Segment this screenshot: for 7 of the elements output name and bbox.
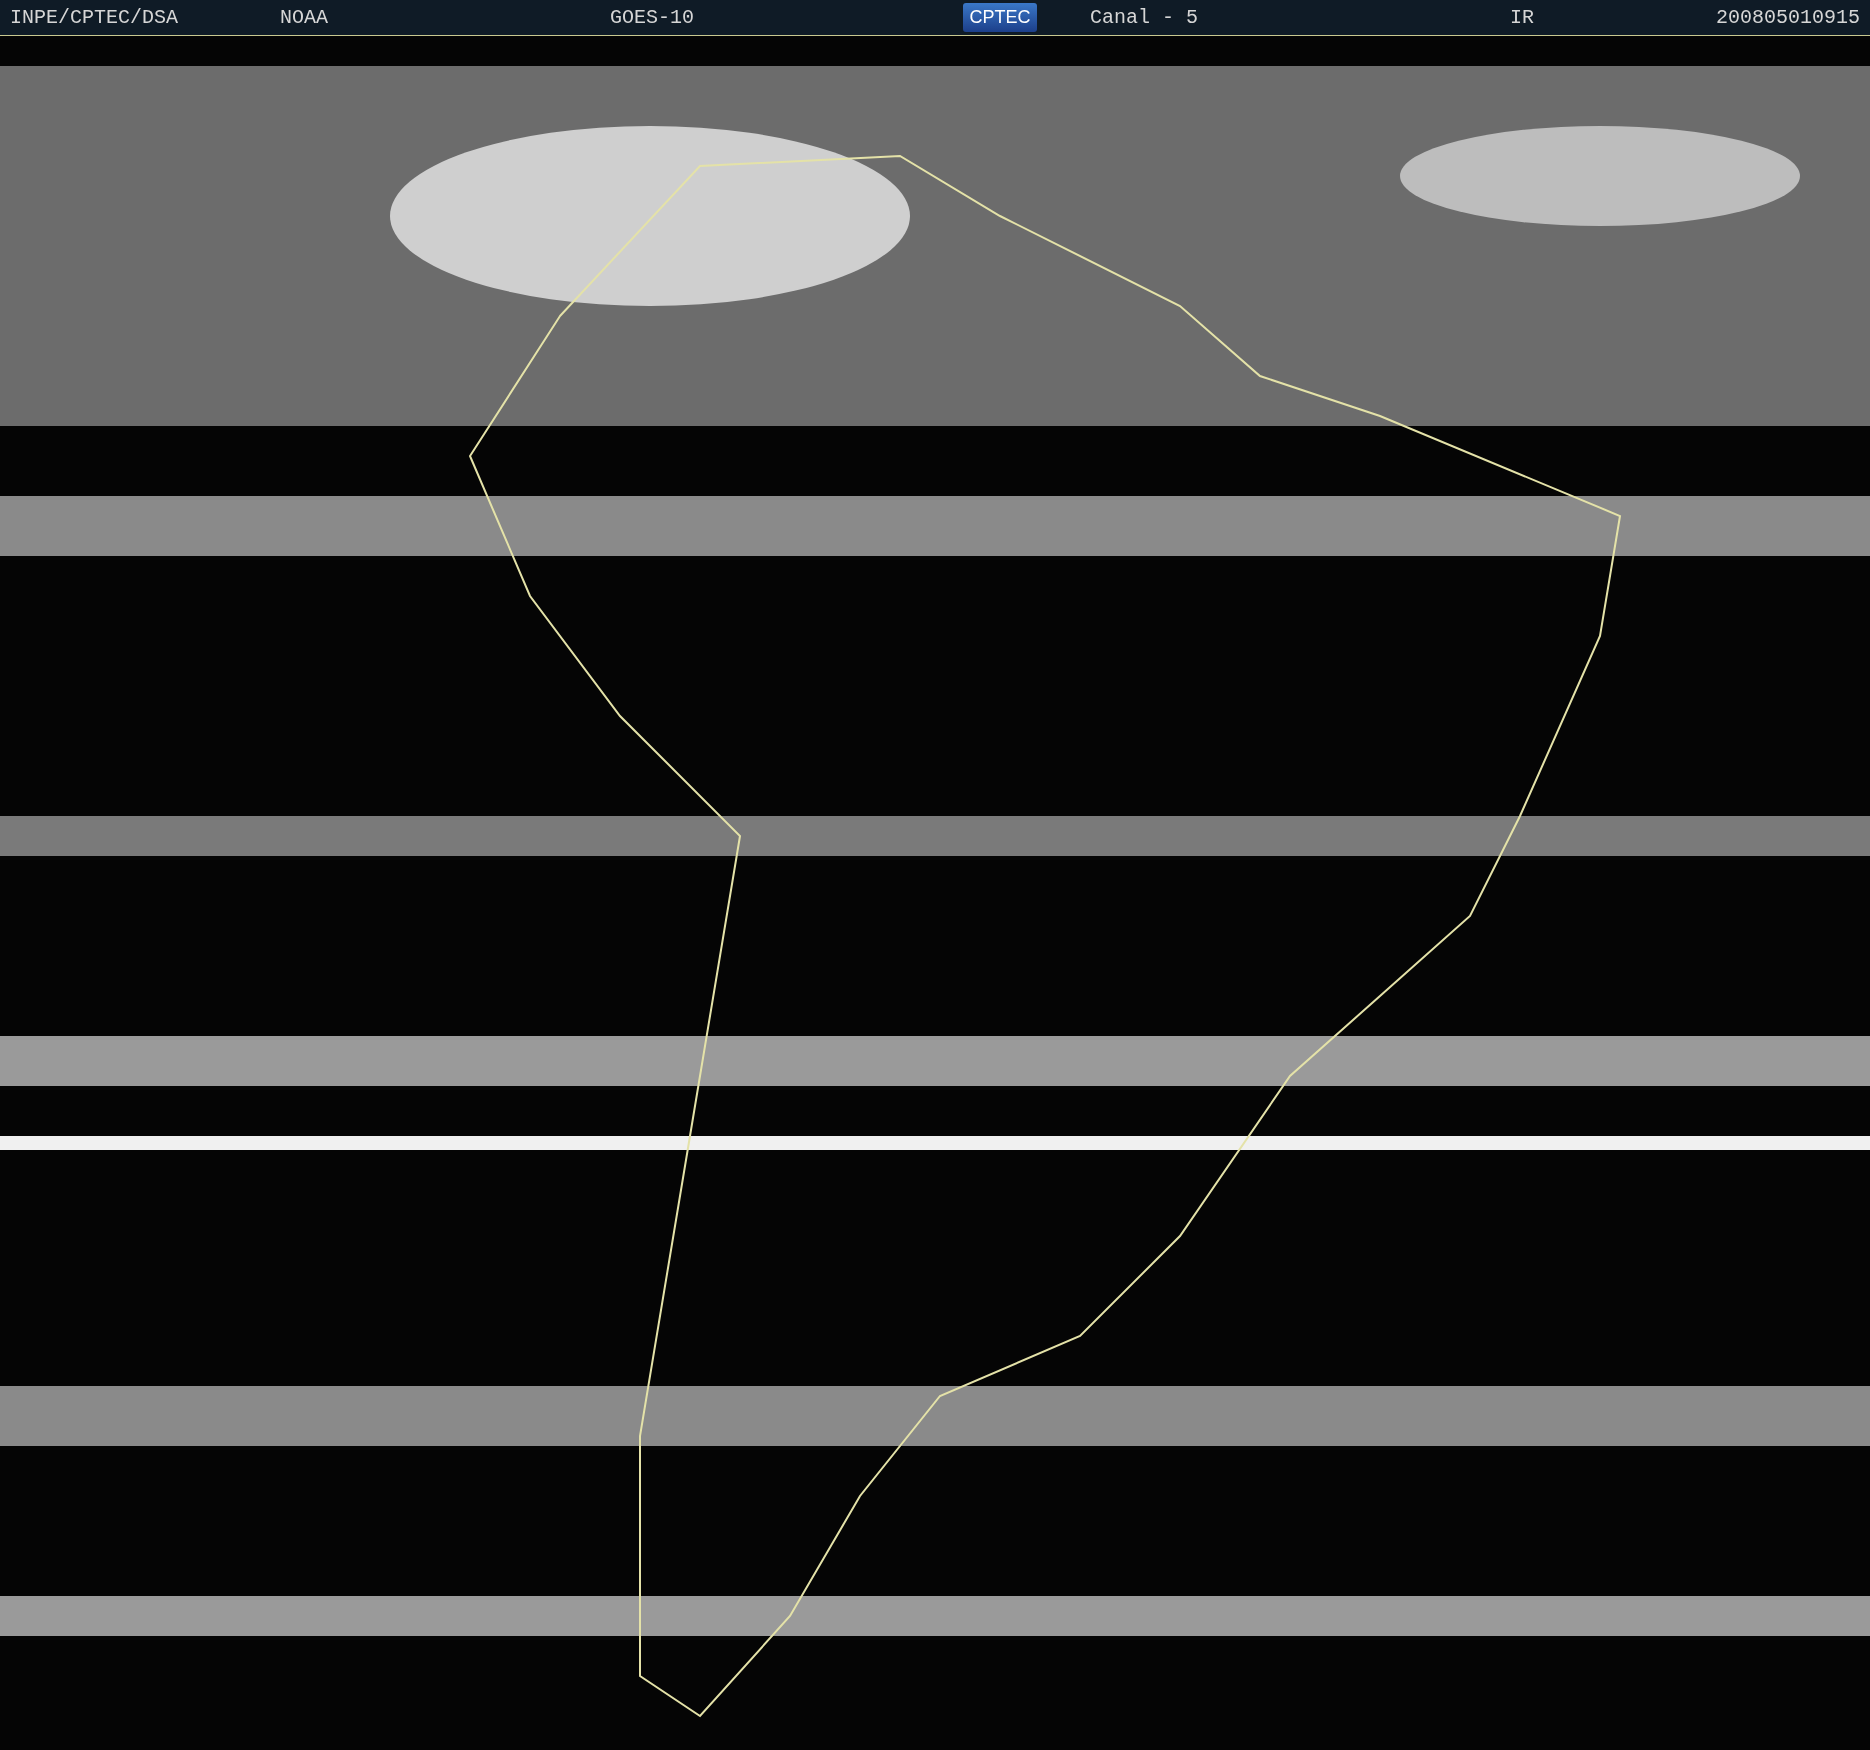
header-label: IR xyxy=(1510,6,1534,29)
header-label: NOAA xyxy=(280,6,328,29)
header-label: Canal - 5 xyxy=(1090,6,1199,29)
header-label: GOES-10 xyxy=(610,6,694,29)
header-label: 200805010915 xyxy=(1715,6,1860,29)
logo: CPTEC xyxy=(963,3,1037,32)
header-label: INPE/CPTEC/DSA xyxy=(10,6,179,29)
